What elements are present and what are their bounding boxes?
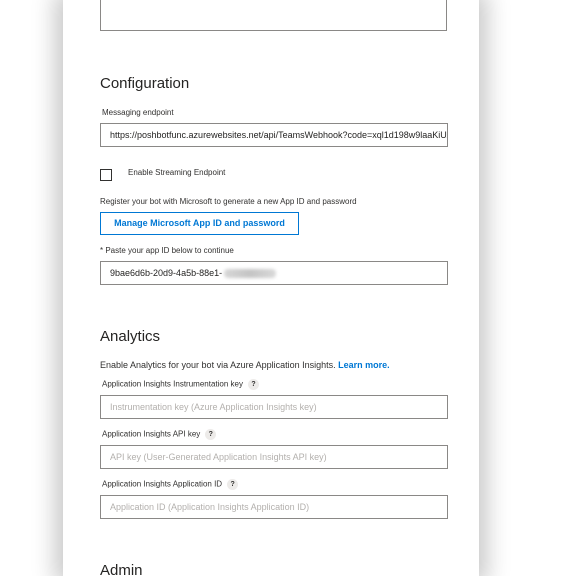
help-icon[interactable]: ? — [205, 429, 217, 440]
configuration-heading: Configuration — [100, 75, 190, 92]
messaging-endpoint-input[interactable]: https://poshbotfunc.azurewebsites.net/ap… — [100, 123, 448, 147]
register-bot-text: Register your bot with Microsoft to gene… — [100, 197, 357, 206]
streaming-endpoint-checkbox[interactable] — [100, 169, 112, 181]
messaging-endpoint-label: Messaging endpoint — [102, 108, 174, 117]
api-key-label: Application Insights API key? — [102, 429, 217, 440]
admin-heading: Admin — [100, 562, 143, 576]
api-key-placeholder: API key (User-Generated Application Insi… — [110, 452, 327, 462]
app-id-input[interactable]: 9bae6d6b-20d9-4a5b-88e1- — [100, 261, 448, 285]
application-id-placeholder: Application ID (Application Insights App… — [110, 502, 310, 512]
instrumentation-key-label: Application Insights Instrumentation key… — [102, 379, 259, 390]
api-key-label-text: Application Insights API key — [102, 429, 201, 439]
description-textarea[interactable] — [100, 0, 447, 31]
bot-settings-panel: Configuration Messaging endpoint https:/… — [63, 0, 479, 576]
instrumentation-key-placeholder: Instrumentation key (Azure Application I… — [110, 402, 317, 412]
instrumentation-key-input[interactable]: Instrumentation key (Azure Application I… — [100, 395, 448, 419]
manage-app-id-button[interactable]: Manage Microsoft App ID and password — [100, 212, 299, 235]
redacted-app-id — [224, 269, 277, 279]
help-icon[interactable]: ? — [227, 479, 239, 490]
analytics-description: Enable Analytics for your bot via Azure … — [100, 360, 390, 370]
api-key-input[interactable]: API key (User-Generated Application Insi… — [100, 445, 448, 469]
application-id-label-text: Application Insights Application ID — [102, 479, 223, 489]
help-icon[interactable]: ? — [247, 379, 259, 390]
analytics-description-text: Enable Analytics for your bot via Azure … — [100, 360, 336, 370]
application-id-input[interactable]: Application ID (Application Insights App… — [100, 495, 448, 519]
paste-app-id-hint: * Paste your app ID below to continue — [100, 246, 234, 255]
application-id-label: Application Insights Application ID? — [102, 479, 239, 490]
learn-more-link[interactable]: Learn more. — [338, 360, 390, 370]
streaming-endpoint-label: Enable Streaming Endpoint — [128, 168, 226, 177]
instrumentation-key-label-text: Application Insights Instrumentation key — [102, 379, 243, 389]
app-id-value: 9bae6d6b-20d9-4a5b-88e1- — [110, 268, 223, 278]
analytics-heading: Analytics — [100, 328, 161, 345]
